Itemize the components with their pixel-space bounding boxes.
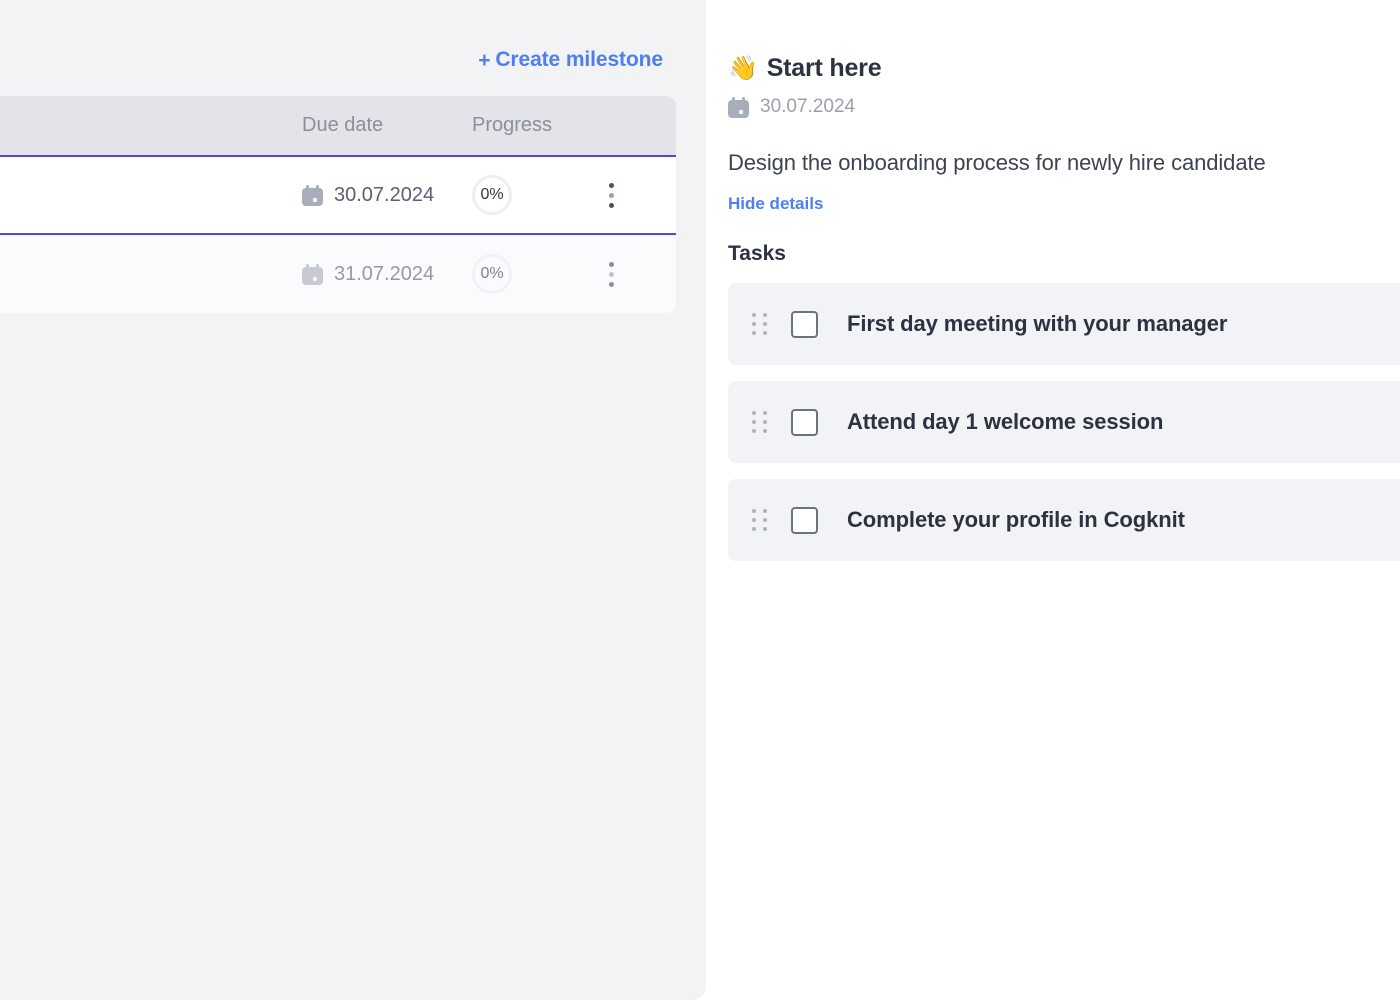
drag-handle-icon[interactable] bbox=[752, 509, 767, 531]
calendar-icon bbox=[728, 96, 749, 118]
milestone-detail-panel: 👋 Start here 30.07.2024 Design the onboa… bbox=[706, 28, 1400, 1000]
task-item[interactable]: First day meeting with your manager bbox=[728, 283, 1400, 365]
task-checkbox[interactable] bbox=[791, 506, 818, 534]
progress-ring: 0% bbox=[472, 175, 512, 215]
column-header-progress: Progress bbox=[472, 114, 553, 136]
row-actions-cell bbox=[600, 179, 676, 212]
table-row[interactable]: 31.07.2024 0% bbox=[0, 235, 676, 313]
detail-title-text: Start here bbox=[766, 54, 882, 82]
task-item[interactable]: Complete your profile in Cogknit bbox=[728, 479, 1400, 561]
hide-details-link[interactable]: Hide details bbox=[728, 194, 823, 214]
tasks-heading: Tasks bbox=[728, 242, 786, 265]
task-checkbox[interactable] bbox=[791, 310, 818, 338]
milestone-due-date-cell: 31.07.2024 bbox=[260, 263, 434, 286]
detail-description: Design the onboarding process for newly … bbox=[728, 150, 1266, 175]
due-date-value: 30.07.2024 bbox=[334, 183, 435, 206]
detail-due-date-value: 30.07.2024 bbox=[760, 96, 856, 117]
more-options-icon[interactable] bbox=[600, 258, 622, 291]
task-item[interactable]: Attend day 1 welcome session bbox=[728, 381, 1400, 463]
create-milestone-label: Create milestone bbox=[495, 48, 663, 71]
tasks-list: First day meeting with your manager Atte… bbox=[728, 283, 1400, 561]
app-root: + Create milestone Due date Progress 30.… bbox=[0, 0, 1400, 1000]
task-label: Attend day 1 welcome session bbox=[847, 409, 1164, 434]
calendar-icon bbox=[302, 184, 323, 206]
waving-hand-icon: 👋 bbox=[728, 54, 758, 82]
drag-handle-icon[interactable] bbox=[752, 313, 767, 335]
due-date-value: 31.07.2024 bbox=[334, 262, 435, 285]
create-milestone-toolbar: + Create milestone bbox=[0, 40, 676, 80]
drag-handle-icon[interactable] bbox=[752, 411, 767, 433]
task-label: First day meeting with your manager bbox=[847, 311, 1228, 336]
calendar-icon bbox=[302, 263, 323, 285]
table-header-row: Due date Progress bbox=[0, 96, 676, 155]
milestone-progress-cell: 0% bbox=[430, 254, 600, 294]
milestones-table: Due date Progress 30.07.2024 0% 31.07.20… bbox=[0, 96, 676, 313]
more-options-icon[interactable] bbox=[600, 179, 622, 212]
detail-title: 👋 Start here bbox=[728, 54, 1400, 83]
milestones-panel: + Create milestone Due date Progress 30.… bbox=[0, 0, 706, 1000]
milestone-progress-cell: 0% bbox=[430, 175, 600, 215]
detail-due-date: 30.07.2024 bbox=[728, 96, 1400, 118]
create-milestone-button[interactable]: + Create milestone bbox=[478, 48, 663, 72]
table-row[interactable]: 30.07.2024 0% bbox=[0, 155, 676, 235]
progress-ring: 0% bbox=[472, 254, 512, 294]
plus-icon: + bbox=[478, 48, 491, 72]
task-label: Complete your profile in Cogknit bbox=[847, 507, 1185, 532]
column-header-due-date: Due date bbox=[302, 114, 384, 136]
milestone-due-date-cell: 30.07.2024 bbox=[260, 184, 434, 207]
task-checkbox[interactable] bbox=[791, 408, 818, 436]
row-actions-cell bbox=[600, 258, 676, 291]
